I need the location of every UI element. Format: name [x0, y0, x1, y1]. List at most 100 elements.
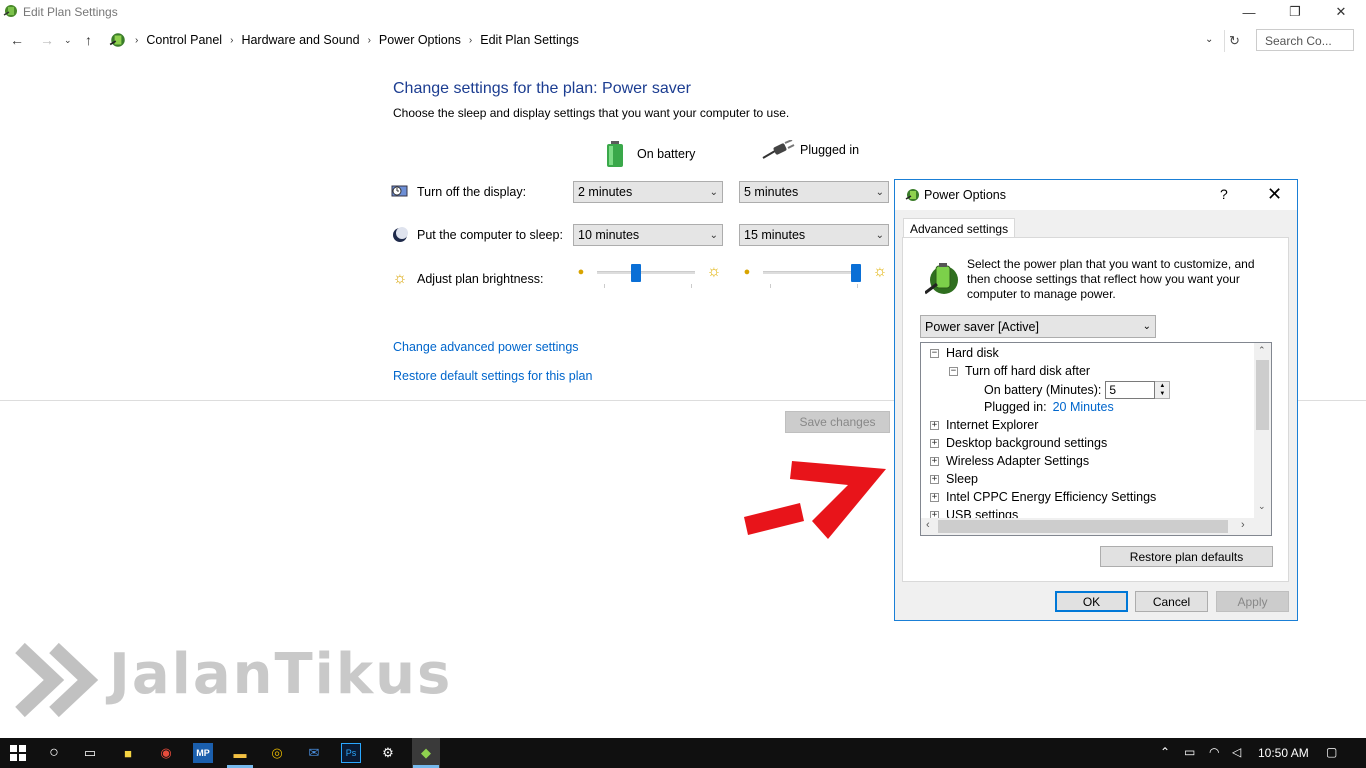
window-title: Edit Plan Settings	[23, 5, 118, 19]
cortana-icon[interactable]: ○	[44, 743, 64, 763]
tree-item-on-battery: On battery (Minutes): 5 ▲ ▼	[984, 380, 1171, 400]
address-bar[interactable]: › Control Panel › Hardware and Sound › Powe…	[104, 28, 1223, 52]
apply-button[interactable]: Apply	[1216, 591, 1289, 612]
display-plugged-select[interactable]: 5 minutes ⌄	[739, 181, 889, 203]
tab-advanced-settings[interactable]: Advanced settings	[903, 218, 1016, 238]
expand-icon[interactable]: +	[930, 492, 939, 502]
scroll-up-icon[interactable]: ⌃	[1258, 345, 1266, 356]
collapse-icon[interactable]: −	[949, 366, 958, 376]
minimize-button[interactable]: —	[1226, 0, 1272, 24]
plugged-in-value-link[interactable]: 20 Minutes	[1053, 400, 1114, 414]
task-view-icon[interactable]: ▭	[80, 743, 100, 763]
chevron-down-icon: ⌄	[709, 229, 718, 241]
scroll-right-icon[interactable]: ›	[1241, 519, 1245, 531]
chevron-down-icon: ⌄	[1142, 321, 1151, 332]
tree-item-hard-disk[interactable]: − Hard disk	[930, 344, 999, 362]
power-options-dialog: Power Options ? ✕ Advanced settings Sele…	[894, 179, 1298, 621]
tree-horizontal-scrollbar[interactable]: ‹ ›	[921, 518, 1271, 535]
cancel-button[interactable]: Cancel	[1135, 591, 1208, 612]
power-plan-icon	[925, 263, 958, 295]
brightness-plugged-slider[interactable]: ● ☼	[739, 262, 891, 292]
breadcrumb-control-panel[interactable]: Control Panel	[146, 33, 222, 47]
sleep-battery-select[interactable]: 10 minutes ⌄	[573, 224, 723, 246]
slider-tick	[604, 284, 605, 288]
collapse-icon[interactable]: −	[930, 348, 939, 358]
windows-start-icon[interactable]	[8, 743, 28, 763]
tree-item-desktop-background[interactable]: + Desktop background settings	[930, 434, 1107, 452]
on-battery-spinbox[interactable]: 5 ▲ ▼	[1105, 381, 1171, 399]
restore-plan-defaults-button[interactable]: Restore plan defaults	[1100, 546, 1273, 567]
restore-defaults-link[interactable]: Restore default settings for this plan	[393, 369, 592, 383]
slider-thumb[interactable]	[851, 264, 862, 282]
back-arrow-icon[interactable]: ←	[10, 30, 24, 50]
display-setting-label: Turn off the display:	[391, 183, 526, 201]
tree-item-turn-off-hard-disk[interactable]: − Turn off hard disk after	[949, 362, 1090, 380]
red-arrow-annotation	[744, 461, 886, 539]
taskbar: ○ ▭ ■ ◉ MP ▬ ◎ ✉ Ps ⚙ ◆ ⌃ ▭ ◠ ◁ 10:50 AM…	[0, 738, 1366, 768]
scroll-down-icon[interactable]: ⌄	[1258, 501, 1266, 512]
ok-button[interactable]: OK	[1055, 591, 1128, 612]
power-options-icon	[3, 5, 17, 17]
chrome-icon[interactable]: ◎	[267, 743, 287, 763]
watermark: JalanTikus	[14, 640, 464, 720]
address-dropdown-icon[interactable]: ⌄	[1205, 34, 1213, 45]
column-header-plugged-in: Plugged in	[761, 140, 859, 160]
photoshop-icon[interactable]: Ps	[341, 743, 361, 763]
save-changes-button[interactable]: Save changes	[785, 411, 890, 433]
scrollbar-thumb[interactable]	[1256, 360, 1269, 430]
dialog-titlebar: Power Options ? ✕	[895, 180, 1297, 210]
search-input[interactable]: Search Co...	[1256, 29, 1354, 51]
maximize-button[interactable]: ❐	[1272, 0, 1318, 24]
tree-vertical-scrollbar[interactable]: ⌃ ⌄	[1254, 343, 1271, 519]
breadcrumb-power-options[interactable]: Power Options	[379, 33, 461, 47]
volume-tray-icon[interactable]: ◁	[1232, 745, 1241, 759]
wifi-tray-icon[interactable]: ◠	[1209, 745, 1219, 759]
expand-icon[interactable]: +	[930, 474, 939, 484]
battery-tray-icon[interactable]: ▭	[1184, 745, 1195, 759]
power-plan-select[interactable]: Power saver [Active] ⌄	[920, 315, 1156, 338]
action-center-icon[interactable]: ▢	[1326, 745, 1337, 759]
sun-bright-icon: ☼	[706, 263, 722, 280]
tree-item-internet-explorer[interactable]: + Internet Explorer	[930, 416, 1038, 434]
display-battery-select[interactable]: 2 minutes ⌄	[573, 181, 723, 203]
slider-track	[597, 271, 695, 274]
refresh-icon[interactable]: ↻	[1224, 30, 1244, 52]
display-timer-icon	[391, 185, 408, 197]
breadcrumb-edit-plan-settings[interactable]: Edit Plan Settings	[480, 33, 579, 47]
app-icon[interactable]: ◉	[156, 743, 176, 763]
help-button[interactable]: ?	[1220, 186, 1228, 202]
sleep-plugged-select[interactable]: 15 minutes ⌄	[739, 224, 889, 246]
chevron-down-icon: ⌄	[875, 186, 884, 198]
expand-icon[interactable]: +	[930, 456, 939, 466]
dialog-close-button[interactable]: ✕	[1267, 184, 1282, 205]
up-arrow-icon[interactable]: ↑	[85, 30, 92, 50]
recent-locations-chevron-icon[interactable]: ⌄	[64, 30, 72, 50]
on-battery-value-input[interactable]: 5	[1105, 381, 1156, 399]
sticky-notes-icon[interactable]: ■	[118, 743, 138, 763]
advanced-settings-link[interactable]: Change advanced power settings	[393, 340, 579, 354]
expand-icon[interactable]: +	[930, 420, 939, 430]
watermark-logo-icon	[15, 642, 99, 718]
control-panel-taskbar-icon[interactable]: ◆	[412, 738, 440, 768]
spin-arrows-icon[interactable]: ▲ ▼	[1155, 381, 1171, 399]
tree-item-intel-cppc[interactable]: + Intel CPPC Energy Efficiency Settings	[930, 488, 1156, 506]
tree-item-sleep[interactable]: + Sleep	[930, 470, 978, 488]
scroll-left-icon[interactable]: ‹	[926, 519, 930, 531]
page-title: Change settings for the plan: Power save…	[393, 80, 691, 97]
breadcrumb-hardware-and-sound[interactable]: Hardware and Sound	[241, 33, 359, 47]
show-hidden-icons-chevron-icon[interactable]: ⌃	[1160, 745, 1170, 759]
chevron-down-icon: ⌄	[709, 186, 718, 198]
settings-gear-icon[interactable]: ⚙	[378, 743, 398, 763]
moon-icon	[393, 227, 408, 242]
expand-icon[interactable]: +	[930, 438, 939, 448]
brightness-battery-slider[interactable]: ● ☼	[573, 262, 725, 292]
tree-item-wireless-adapter[interactable]: + Wireless Adapter Settings	[930, 452, 1089, 470]
clock[interactable]: 10:50 AM	[1258, 746, 1309, 760]
mp-app-icon[interactable]: MP	[193, 743, 213, 763]
forward-arrow-icon[interactable]: →	[40, 30, 54, 50]
scrollbar-thumb[interactable]	[938, 520, 1228, 533]
slider-thumb[interactable]	[631, 264, 642, 282]
close-button[interactable]: ✕	[1318, 0, 1364, 24]
outlook-icon[interactable]: ✉	[304, 743, 324, 763]
file-explorer-icon[interactable]: ▬	[230, 743, 250, 763]
